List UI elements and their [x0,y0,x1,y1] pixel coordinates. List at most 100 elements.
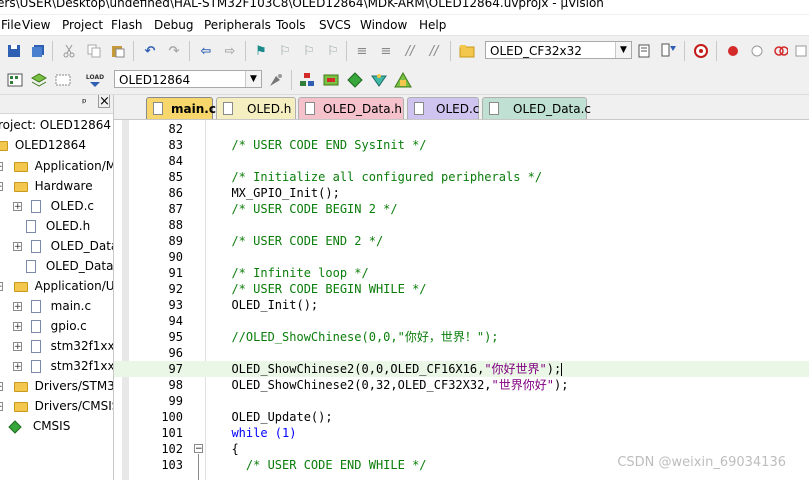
expand-icon[interactable]: + [13,322,22,332]
tab-oled-c[interactable]: OLED.c [407,97,479,119]
code-line[interactable]: 88 [114,217,809,233]
expand-icon[interactable]: + [13,242,22,252]
rebuild-icon[interactable] [54,71,72,89]
code-line[interactable]: 86 MX_GPIO_Init(); [114,185,809,201]
code-line[interactable]: 82 [114,121,809,137]
nav-back-icon[interactable]: ⇦ [197,42,215,60]
code-line[interactable]: 92 /* USER CODE BEGIN WHILE */ [114,281,809,297]
uncomment-icon[interactable]: // [425,42,443,60]
select-software-packs-icon[interactable] [370,71,388,89]
tab-oled-data-c[interactable]: OLED_Data.c [482,97,591,119]
run-time-environment-icon[interactable] [322,71,340,89]
cut-icon[interactable] [60,42,78,60]
project-root[interactable]: roject: OLED12864 [0,115,111,135]
tree-item-hardware[interactable]: − Hardware [0,176,93,196]
next-bookmark-icon[interactable]: ⚐ [300,42,318,60]
redo-icon[interactable]: ↷ [165,42,183,60]
code-line[interactable]: 90 [114,249,809,265]
disable-breakpoint-icon[interactable] [748,42,766,60]
menu-window[interactable]: Window [360,18,407,32]
chevron-down-icon[interactable]: ▼ [615,42,631,58]
code-editor[interactable]: 82 83 /* USER CODE END SysInit */ 84 85 … [114,120,809,480]
tree-item-drivers-stm32f[interactable]: + Drivers/STM32F [0,376,113,396]
tree-item-main-c[interactable]: + main.c [13,296,91,316]
code-line[interactable]: 84 [114,153,809,169]
chevron-down-icon[interactable]: ▼ [245,71,261,87]
prev-bookmark-icon[interactable]: ⚐ [276,42,294,60]
code-line[interactable]: 99 [114,393,809,409]
close-icon[interactable]: × [98,95,110,108]
menu-tools[interactable]: Tools [276,18,306,32]
expand-icon[interactable]: + [0,162,3,172]
incremental-find-icon[interactable] [660,42,678,60]
undo-icon[interactable]: ↶ [141,42,159,60]
breakpoint-icon[interactable] [724,42,742,60]
code-line[interactable]: 87 /* USER CODE BEGIN 2 */ [114,201,809,217]
translate-icon[interactable] [6,71,24,89]
expand-icon[interactable]: + [0,402,3,412]
find-combo[interactable]: OLED_CF32x32 ▼ [485,41,632,59]
menu-help[interactable]: Help [419,18,446,32]
save-all-icon[interactable] [29,42,47,60]
tree-item-drivers-cmsis[interactable]: + Drivers/CMSIS [0,396,113,416]
save-icon[interactable] [5,42,23,60]
code-line[interactable]: 91 /* Infinite loop */ [114,265,809,281]
tree-item-application-mdk[interactable]: + Application/MD [0,156,113,176]
code-line[interactable]: 95 //OLED_ShowChinese(0,0,"你好，世界！"); [114,329,809,345]
download-icon[interactable]: LOAD [84,71,106,89]
code-line[interactable]: 98 OLED_ShowChinese2(0,32,OLED_CF32X32,"… [114,377,809,393]
collapse-icon[interactable]: − [0,282,3,292]
code-line[interactable]: 100 OLED_Update(); [114,409,809,425]
expand-icon[interactable]: + [13,362,22,372]
tree-item-target[interactable]: OLED12864 [0,135,86,155]
menu-view[interactable]: View [22,18,50,32]
expand-icon[interactable]: + [13,202,22,212]
tree-item-cmsis[interactable]: CMSIS [8,416,70,436]
expand-icon[interactable]: + [13,342,22,352]
manage-project-items-icon[interactable] [298,71,316,89]
expand-icon[interactable]: + [13,302,22,312]
tree-item-oled-data-c[interactable]: + OLED_Data. [13,236,113,256]
menu-peripherals[interactable]: Peripherals [204,18,271,32]
bookmark-icon[interactable]: ⚑ [252,42,270,60]
code-line[interactable]: 89 /* USER CODE END 2 */ [114,233,809,249]
fold-marker-icon[interactable]: − [194,444,203,454]
code-line[interactable]: 83 /* USER CODE END SysInit */ [114,137,809,153]
tree-item-oled-data-h[interactable]: OLED_Data. [26,256,113,276]
menu-debug[interactable]: Debug [154,18,193,32]
tree-item-oled-h[interactable]: OLED.h [26,216,90,236]
indent-icon[interactable]: ≡ [353,42,371,60]
tab-oled-data-h[interactable]: OLED_Data.h [298,97,404,119]
pack-installer-icon[interactable] [346,71,364,89]
tree-item-stm32f1xx-it[interactable]: + stm32f1xx_i [13,336,113,356]
comment-icon[interactable]: // [401,42,419,60]
code-line[interactable]: 93 OLED_Init(); [114,297,809,313]
expand-icon[interactable]: + [0,382,3,392]
menu-svcs[interactable]: SVCS [319,18,351,32]
tree-item-oled-c[interactable]: + OLED.c [13,196,94,216]
code-line[interactable]: 94 [114,313,809,329]
tab-oled-h[interactable]: OLED.h [216,97,296,119]
find-in-files-icon[interactable] [636,42,654,60]
copy-icon[interactable] [85,42,103,60]
kill-all-breakpoints-icon[interactable] [792,42,809,60]
tree-item-application-user[interactable]: − Application/Use [0,276,113,296]
unindent-icon[interactable]: ≡ [377,42,395,60]
menu-project[interactable]: Project [62,18,103,32]
menu-file[interactable]: File [1,18,21,32]
tab-main-c[interactable]: main.c [146,97,216,119]
code-line[interactable]: 101 while (1) [114,425,809,441]
tree-item-gpio-c[interactable]: + gpio.c [13,316,87,336]
code-line[interactable]: 85 /* Initialize all configured peripher… [114,169,809,185]
tree-item-stm32f1xx-hal-msp[interactable]: + stm32f1xx_l [13,356,113,376]
menu-flash[interactable]: Flash [111,18,142,32]
code-line[interactable]: 96 [114,345,809,361]
target-options-icon[interactable] [267,71,285,89]
target-combo[interactable]: OLED12864 ▼ [114,70,262,88]
paste-icon[interactable] [109,42,127,60]
open-file-icon[interactable] [458,42,476,60]
clear-bookmarks-icon[interactable]: ⚐ [324,42,342,60]
debug-session-icon[interactable] [692,42,710,60]
manage-components-icon[interactable] [394,71,412,89]
build-icon[interactable] [30,71,48,89]
